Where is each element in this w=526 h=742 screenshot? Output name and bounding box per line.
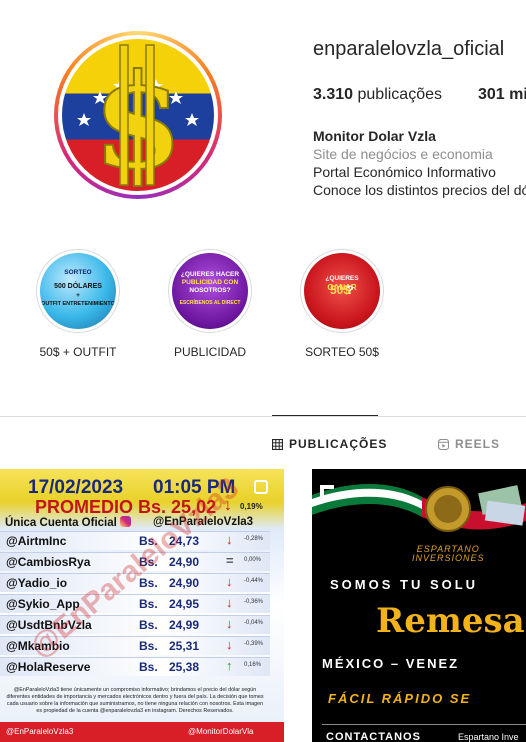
profile-display-name: Monitor Dolar Vzla [313,128,436,144]
tab-reels[interactable]: REELS [438,437,500,451]
highlight-cover-text: NOSOTROS? [189,287,231,294]
promedio-label: PROMEDIO Bs. [35,497,167,517]
ad-title: Remesas [376,601,526,641]
account-label-text: Única Cuenta Oficial [5,517,117,529]
highlight-cover-text: OUTFIT ENTRETENIMIENTO [41,301,115,307]
trend-down-icon: ↓ [226,595,233,610]
active-tab-indicator [272,415,378,416]
brand-name: ESPARTANO INVERSIONES [412,545,485,563]
ad-headline: SOMOS TU SOLU [330,577,479,592]
rate-pct: -0,04% [244,620,264,626]
posts-count-value: 3.310 [313,86,354,103]
highlight-label: PUBLICIDAD [173,345,247,359]
carousel-icon [254,480,268,494]
account-label: Única Cuenta Oficial [5,516,132,529]
footer-left-handle: @EnParaleloVzla3 [6,727,74,736]
profile-username: enparalelovzla_oficial [313,38,505,60]
rate-pct: 0,00% [244,557,262,563]
tab-label: PUBLICAÇÕES [289,437,388,451]
svg-text:$: $ [93,45,183,191]
post-footer-bar: @EnParaleloVzla3 @MonitorDolarVla [0,722,284,742]
highlight-sorteo-50[interactable]: ¿QUIERES GANAR 50$ ? SORTEO 50$ [299,249,385,359]
rate-value: 25,31 [169,639,200,653]
ad-slogan: FÁCIL RÁPIDO SE [328,691,472,706]
rate-value: 24,90 [169,576,200,590]
posts-count-label: publicações [357,86,443,103]
rate-pct: -0,28% [244,536,264,542]
highlight-label: 50$ + OUTFIT [39,345,117,359]
posts-count[interactable]: 3.310 publicações [313,86,442,104]
profile-bio-line: Conoce los distintos precios del dólar [313,182,526,198]
rate-source: @AirtmInc [6,534,67,548]
post-dollar-rates[interactable]: 17/02/2023 01:05 PM PROMEDIO Bs. 25,02 ↓… [0,469,284,742]
ad-contact-brand: Espartano Inve [458,732,519,742]
followers-count-value: 301 mil [478,86,526,103]
instagram-icon [120,516,132,527]
rate-row: @Sykio_App Bs. 24,95 ↓ -0,36% [0,594,284,613]
rate-pct: -0,39% [244,641,264,647]
ad-divider [322,724,526,725]
trend-down-icon: ↓ [226,574,233,589]
rate-currency: Bs. [139,618,158,632]
trend-down-icon: ↓ [226,532,233,547]
highlight-ring: ¿QUIERES HACER PUBLICIDAD CON NOSOTROS? … [168,249,252,333]
rate-currency: Bs. [139,660,158,674]
highlight-cover-text: PUBLICIDAD CON [181,279,239,286]
rate-source: @Yadio_io [6,576,68,590]
highlight-publicidad[interactable]: ¿QUIERES HACER PUBLICIDAD CON NOSOTROS? … [167,249,253,359]
rate-value: 25,38 [169,660,200,674]
highlight-cover-text: ESCRÍBENOS AL DIRECT [179,300,241,306]
rate-currency: Bs. [139,597,158,611]
trend-down-icon: ↓ [226,616,233,631]
highlight-cover-text: ? [346,283,354,297]
rate-pct: 0,16% [244,662,262,668]
highlight-cover-text: ¿QUIERES [325,275,359,282]
avatar-frame: $ [58,35,218,195]
mexico-flag-banner [312,483,526,532]
brand-subtitle: INVERSIONES [412,553,485,563]
highlight-cover-text: ¿QUIERES HACER [180,271,240,278]
tab-label: REELS [455,437,501,451]
highlight-cover: SORTEO 500 DÓLARES + OUTFIT ENTRETENIMIE… [40,253,116,329]
rate-source: @CambiosRya [6,555,91,569]
disclaimer: @EnParaleloVzla3 tiene únicamente un com… [6,687,264,714]
trend-equal-icon: = [226,553,234,568]
avatar[interactable]: $ [62,39,214,191]
footer-right-handle: @MonitorDolarVla [188,727,254,736]
followers-count[interactable]: 301 mil [478,86,526,104]
ad-contact: CONTACTANOS [326,731,421,742]
highlight-cover-text: 500 DÓLARES [54,283,102,290]
trend-up-icon: ↑ [226,658,233,673]
profile-category: Site de negócios e economia [313,146,493,162]
highlight-label: SORTEO 50$ [305,345,379,359]
rate-pct: -0,44% [244,578,264,584]
promedio-pct: 0,19% [240,502,263,511]
trend-down-icon: ↓ [226,637,233,652]
grid-icon [272,438,283,450]
ad-route: MÉXICO – VENEZ [322,656,460,671]
rate-value: 24,99 [169,618,200,632]
highlight-ring: ¿QUIERES GANAR 50$ ? [300,249,384,333]
profile-avatar-ring[interactable]: $ [54,31,222,199]
highlight-cover-text: + [76,292,80,299]
highlight-cover: ¿QUIERES HACER PUBLICIDAD CON NOSOTROS? … [172,253,248,329]
rate-pct: -0,36% [244,599,264,605]
highlight-50-outfit[interactable]: SORTEO 500 DÓLARES + OUTFIT ENTRETENIMIE… [35,249,121,359]
post-remesas-ad[interactable]: ESPARTANO INVERSIONES SOMOS TU SOLU Reme… [312,469,526,742]
rate-currency: Bs. [139,639,158,653]
reels-icon [438,438,449,450]
profile-bio-line: Portal Económico Informativo [313,164,496,180]
dollar-logo-icon: $ [77,44,199,191]
highlight-cover-text: SORTEO [64,269,92,276]
rate-value: 24,95 [169,597,200,611]
tab-publicacoes[interactable]: PUBLICAÇÕES [272,437,387,451]
highlight-ring: SORTEO 500 DÓLARES + OUTFIT ENTRETENIMIE… [36,249,120,333]
post-date: 17/02/2023 [28,477,124,498]
tabs-divider [0,416,526,417]
highlight-cover: ¿QUIERES GANAR 50$ ? [304,253,380,329]
